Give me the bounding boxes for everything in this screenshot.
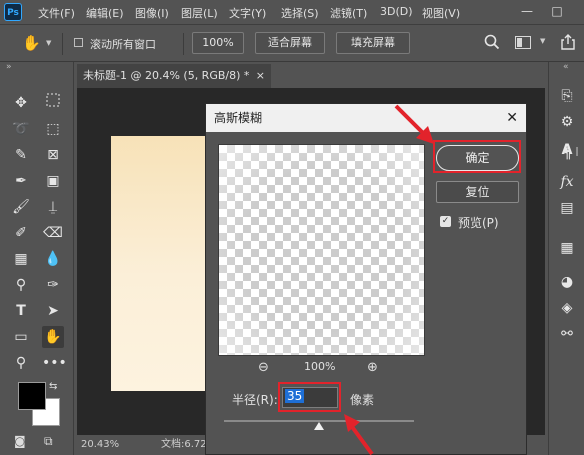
foreground-color-swatch[interactable] [18,382,46,410]
menu-layer[interactable]: 图层(L) [181,5,218,21]
workspace-dropdown-icon[interactable]: ▼ [540,37,545,45]
stamp-tool-icon[interactable]: ⍊ [42,196,64,218]
properties-panel-icon[interactable]: ⚙ [557,112,577,132]
rectangle-tool-icon[interactable]: ▭ [10,326,32,348]
divider [62,33,63,55]
frame-tool-icon[interactable]: ▣ [42,170,64,192]
fit-screen-button[interactable]: 适合屏幕 [255,32,325,54]
menu-type[interactable]: 文字(Y) [229,5,266,21]
glyph-panel-icon[interactable]: ¶ [557,144,577,164]
path-select-tool-icon[interactable]: ➤ [42,300,64,322]
crop-tool-icon[interactable]: ⊠ [42,144,64,166]
workspace-icon[interactable] [515,36,531,52]
dialog-title: 高斯模糊 [214,111,263,125]
scroll-all-label: 滚动所有窗口 [90,38,156,51]
reset-button[interactable]: 复位 [436,181,519,203]
type-tool-icon[interactable]: T [10,300,32,322]
zoom-100-button[interactable]: 100% [192,32,244,54]
collapse-panels-icon[interactable]: « [563,62,569,72]
photoshop-logo: Ps [4,3,22,21]
menu-view[interactable]: 视图(V) [422,5,460,21]
tools-panel: » ✥ ➰ ⬚ ✎ ⊠ ✒ ▣ 🖌 ⍊ ✐ ⌫ ▦ 💧 ⚲ ✑ T ➤ ▭ ✋ … [0,62,74,455]
search-icon[interactable] [484,34,500,54]
panel-dock: « ⎘ ⚙ A | ¶ fx ▤ ▦ ◕ ◈ ⚯ [548,62,584,455]
layers-panel-icon[interactable]: ◈ [557,298,577,318]
minimize-button[interactable]: — [520,3,534,19]
options-bar: ✋ ▼ 滚动所有窗口 100% 适合屏幕 填充屏幕 ▼ [0,24,584,62]
gradient-tool-icon[interactable]: ▦ [10,248,32,270]
swatches-panel-icon[interactable]: ▦ [557,238,577,258]
dialog-titlebar: 高斯模糊 ✕ [206,104,526,132]
lasso-tool-icon[interactable]: ➰ [10,118,32,140]
divider [183,33,184,55]
menu-3d[interactable]: 3D(D) [380,5,413,18]
channels-panel-icon[interactable]: ⚯ [557,324,577,344]
swap-colors-icon[interactable]: ⇆ [49,381,57,392]
document-tab[interactable]: 未标题-1 @ 20.4% (5, RGB/8) * × [77,64,271,88]
menu-file[interactable]: 文件(F) [38,5,75,21]
screen-mode-icon[interactable]: ⧉ [44,434,53,449]
move-tool-icon[interactable]: ✥ [10,92,32,114]
hand-tool-icon[interactable]: ✋ [22,34,41,52]
menu-edit[interactable]: 编辑(E) [86,5,124,21]
color-panel-icon[interactable]: ◕ [557,272,577,292]
eraser-tool-icon[interactable]: ⌫ [42,222,64,244]
object-select-tool-icon[interactable]: ⬚ [42,118,64,140]
ok-button[interactable]: 确定 [436,145,519,171]
history-brush-tool-icon[interactable]: ✐ [10,222,32,244]
tool-preset-dropdown-icon[interactable]: ▼ [46,39,51,47]
document-canvas[interactable] [111,136,205,391]
radius-label: 半径(R): [232,393,278,407]
libraries-panel-icon[interactable]: ▤ [557,198,577,218]
document-tab-title: 未标题-1 @ 20.4% (5, RGB/8) * [83,69,250,82]
radius-unit-label: 像素 [350,393,375,407]
blur-preview[interactable] [218,144,425,356]
radius-value: 35 [285,389,305,403]
menu-image[interactable]: 图像(I) [135,5,169,21]
quick-mask-icon[interactable]: ◙ [14,434,26,448]
blur-tool-icon[interactable]: 💧 [42,248,64,270]
menu-select[interactable]: 选择(S) [281,5,319,21]
dodge-tool-icon[interactable]: ⚲ [10,274,32,296]
pen-tool-icon[interactable]: ✑ [42,274,64,296]
radius-slider-thumb[interactable] [314,422,324,430]
hand-tool-active-icon[interactable]: ✋ [42,326,64,348]
zoom-tool-icon[interactable]: ⚲ [10,352,32,374]
zoom-out-icon[interactable]: ⊖ [258,360,269,375]
maximize-button[interactable]: □ [550,3,564,19]
menu-bar: Ps 文件(F) 编辑(E) 图像(I) 图层(L) 文字(Y) 选择(S) 滤… [0,0,584,24]
collapse-toolbar-icon[interactable]: » [6,62,12,72]
more-tools-icon[interactable]: ••• [42,352,67,374]
status-zoom[interactable]: 20.43% [81,435,119,455]
close-icon[interactable]: ✕ [506,104,518,132]
radius-input[interactable]: 35 [282,387,338,408]
eyedropper-tool-icon[interactable]: ✒ [10,170,32,192]
preview-checkbox[interactable]: ✓ [440,216,451,227]
close-tab-icon[interactable]: × [256,64,265,88]
scroll-all-checkbox[interactable] [74,38,83,47]
fx-panel-icon[interactable]: fx [557,172,577,192]
brush-tool-icon[interactable]: 🖌 [10,196,32,218]
menu-filter[interactable]: 滤镜(T) [330,5,367,21]
preview-zoom-value: 100% [304,360,336,373]
fill-screen-button[interactable]: 填充屏幕 [336,32,410,54]
zoom-in-icon[interactable]: ⊕ [367,360,378,375]
quick-select-tool-icon[interactable]: ✎ [10,144,32,166]
marquee-tool-icon[interactable] [42,92,64,114]
history-panel-icon[interactable]: ⎘ [557,86,577,106]
preview-checkbox-label: 预览(P) [458,216,499,230]
gaussian-blur-dialog: 高斯模糊 ✕ ⊖ 100% ⊕ 确定 复位 ✓ 预览(P) 半径(R): 35 … [205,103,527,455]
share-icon[interactable] [561,34,575,53]
